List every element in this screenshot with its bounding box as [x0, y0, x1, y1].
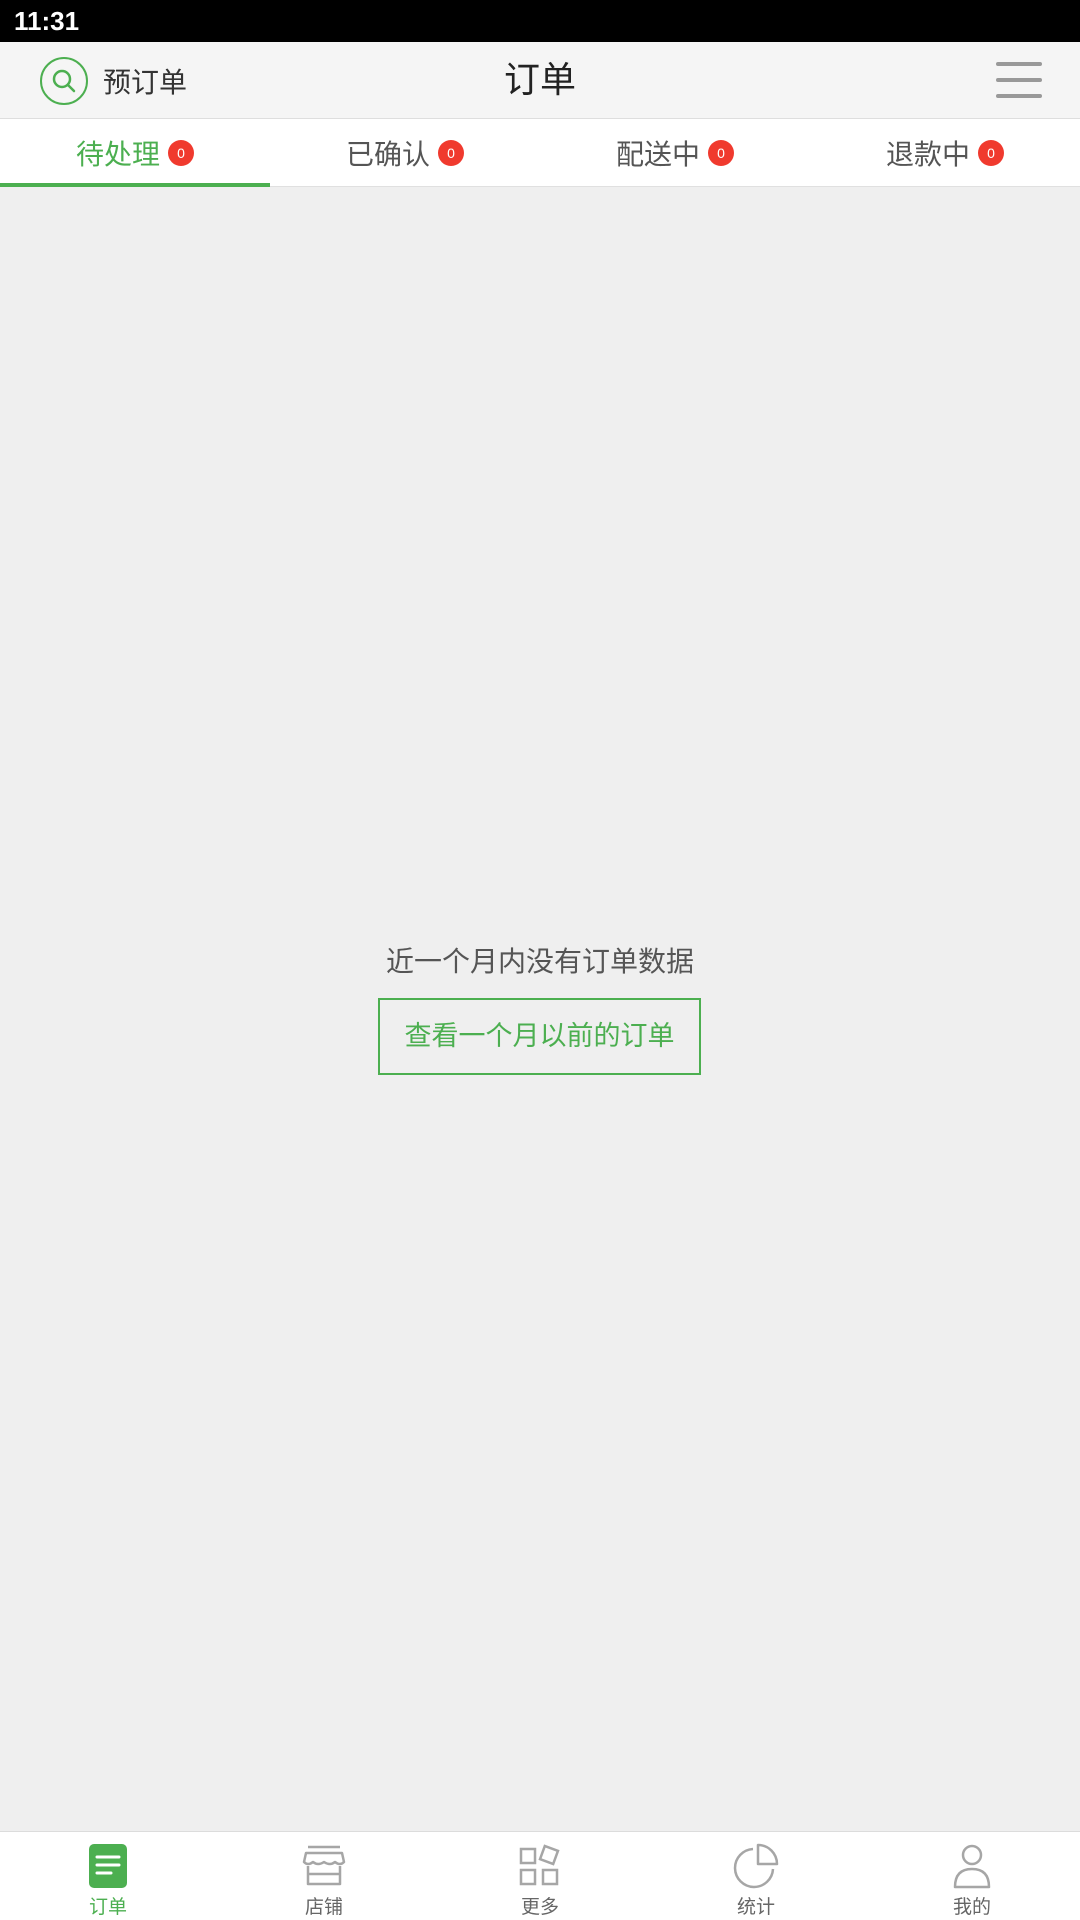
tab-label: 退款中 — [885, 137, 970, 171]
tab-label: 配送中 — [615, 137, 700, 171]
tab-delivering[interactable]: 配送中 0 — [540, 119, 810, 186]
count-badge: 0 — [438, 139, 464, 166]
status-time: 11:31 — [14, 6, 80, 36]
grid-more-icon — [516, 1842, 564, 1890]
nav-label: 我的 — [952, 1896, 991, 1918]
count-badge: 0 — [168, 139, 194, 166]
tab-label: 待处理 — [75, 137, 160, 171]
nav-item-store[interactable]: 店铺 — [216, 1832, 432, 1920]
tab-refunding[interactable]: 退款中 0 — [810, 119, 1080, 186]
order-status-tabs: 待处理 0 已确认 0 配送中 0 退款中 0 — [0, 119, 1080, 187]
view-older-orders-button[interactable]: 查看一个月以前的订单 — [378, 998, 701, 1075]
order-document-icon — [84, 1842, 132, 1890]
pie-chart-icon — [732, 1842, 780, 1890]
nav-label: 订单 — [88, 1896, 127, 1918]
count-badge: 0 — [978, 139, 1004, 166]
nav-item-statistics[interactable]: 统计 — [648, 1832, 864, 1920]
preorder-label: 预订单 — [103, 66, 188, 99]
empty-state-message: 近一个月内没有订单数据 — [385, 945, 694, 978]
nav-label: 店铺 — [304, 1896, 343, 1918]
count-badge: 0 — [708, 139, 734, 166]
nav-item-more[interactable]: 更多 — [432, 1832, 648, 1920]
person-icon — [948, 1842, 996, 1890]
bottom-navigation: 订单 店铺 更多 统计 我的 — [0, 1831, 1080, 1920]
nav-label: 更多 — [520, 1896, 559, 1918]
nav-label: 统计 — [736, 1896, 775, 1918]
tab-label: 已确认 — [345, 137, 430, 171]
hamburger-menu-icon[interactable] — [996, 62, 1042, 98]
nav-item-profile[interactable]: 我的 — [864, 1832, 1080, 1920]
app-header: 预订单 订单 — [0, 42, 1080, 119]
tab-pending[interactable]: 待处理 0 — [0, 119, 270, 187]
nav-item-orders[interactable]: 订单 — [0, 1832, 216, 1920]
store-icon — [300, 1842, 348, 1890]
tab-confirmed[interactable]: 已确认 0 — [270, 119, 540, 186]
status-bar: 11:31 — [0, 0, 1080, 42]
preorder-button[interactable]: 预订单 — [40, 56, 187, 106]
search-icon — [40, 57, 88, 105]
